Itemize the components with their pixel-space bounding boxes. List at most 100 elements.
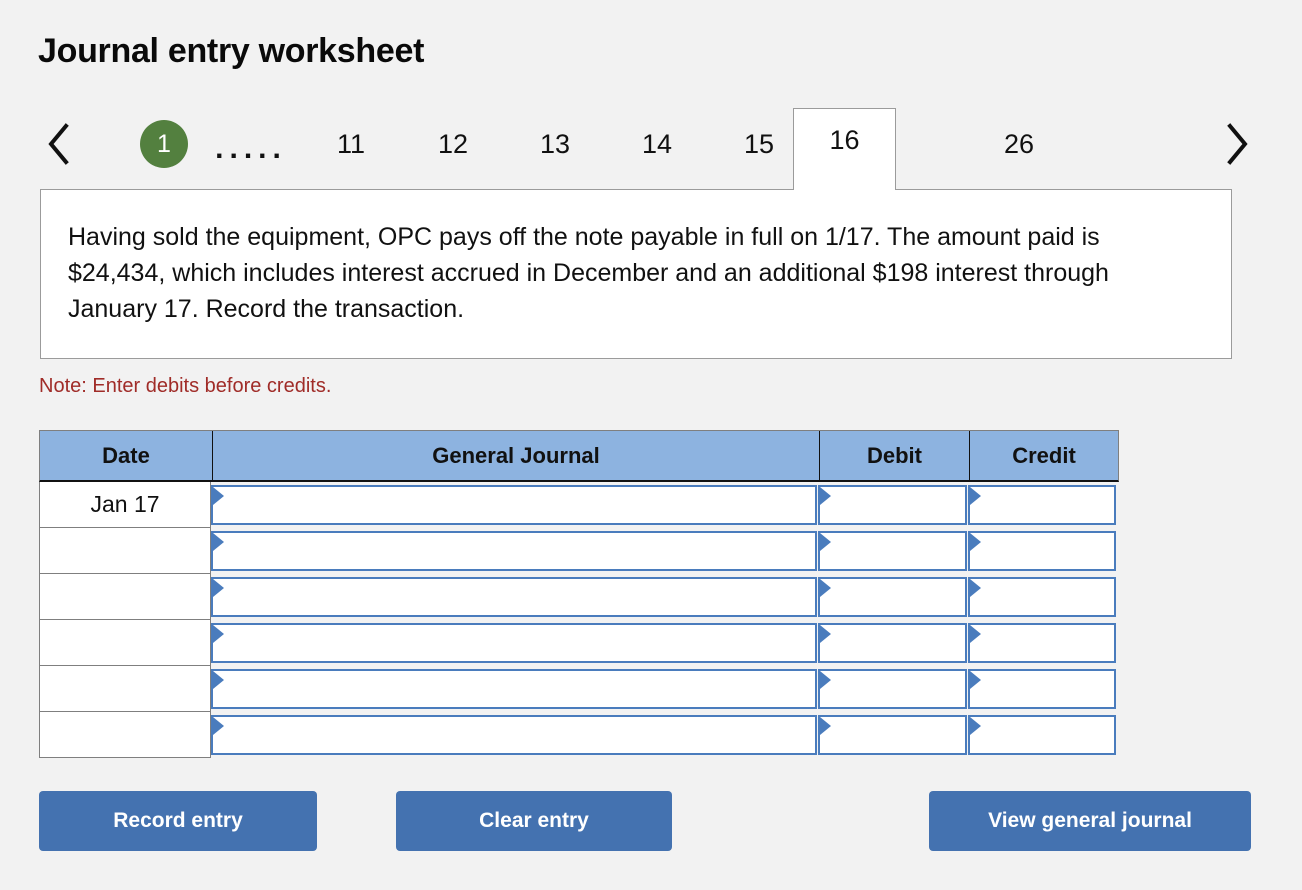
dropdown-triangle-icon [820, 579, 831, 597]
tab-11[interactable]: 11 [310, 108, 392, 180]
general-journal-input[interactable] [211, 715, 817, 755]
tab-14[interactable]: 14 [616, 108, 698, 180]
general-journal-input[interactable] [211, 531, 817, 571]
dropdown-triangle-icon [820, 671, 831, 689]
general-journal-input[interactable] [211, 623, 817, 663]
cell-general-journal[interactable] [211, 482, 818, 528]
cell-debit[interactable] [818, 574, 968, 620]
cell-debit[interactable] [818, 482, 968, 528]
tab-15[interactable]: 15 [718, 108, 800, 180]
cell-credit[interactable] [968, 666, 1117, 712]
cell-debit[interactable] [818, 620, 968, 666]
tab-ellipsis-label: ..... [215, 132, 287, 165]
tab-12-label: 12 [437, 128, 469, 159]
cell-credit[interactable] [968, 528, 1117, 574]
debit-input[interactable] [818, 531, 967, 571]
cell-general-journal[interactable] [211, 712, 818, 758]
credit-input[interactable] [968, 531, 1116, 571]
cell-debit[interactable] [818, 712, 968, 758]
cell-credit[interactable] [968, 620, 1117, 666]
credit-value [986, 533, 1108, 569]
table-row: Jan 17 [39, 482, 1119, 528]
record-entry-button[interactable]: Record entry [39, 791, 317, 851]
cell-date[interactable]: Jan 17 [39, 482, 211, 528]
cell-general-journal[interactable] [211, 620, 818, 666]
tab-12[interactable]: 12 [412, 108, 494, 180]
dropdown-triangle-icon [213, 487, 224, 505]
cell-date[interactable] [39, 528, 211, 574]
cell-date[interactable] [39, 620, 211, 666]
previous-page-button[interactable] [38, 108, 80, 180]
general-journal-input[interactable] [211, 577, 817, 617]
dropdown-triangle-icon [213, 671, 224, 689]
debit-input[interactable] [818, 577, 967, 617]
journal-entry-table: Date General Journal Debit Credit Jan 17 [39, 430, 1119, 758]
credit-input[interactable] [968, 485, 1116, 525]
dropdown-triangle-icon [213, 625, 224, 643]
chevron-right-icon [1224, 122, 1250, 166]
cell-general-journal[interactable] [211, 528, 818, 574]
dropdown-triangle-icon [970, 487, 981, 505]
dropdown-triangle-icon [820, 487, 831, 505]
dropdown-triangle-icon [970, 717, 981, 735]
table-row [39, 574, 1119, 620]
tab-26[interactable]: 26 [978, 108, 1060, 180]
cell-general-journal[interactable] [211, 666, 818, 712]
column-header-general-journal: General Journal [212, 431, 819, 480]
dropdown-triangle-icon [970, 671, 981, 689]
credit-value [986, 717, 1108, 753]
tab-13-label: 13 [539, 128, 571, 159]
credit-value [986, 487, 1108, 523]
dropdown-triangle-icon [820, 533, 831, 551]
credit-input[interactable] [968, 623, 1116, 663]
debit-input[interactable] [818, 715, 967, 755]
general-journal-value [229, 671, 809, 707]
dropdown-triangle-icon [970, 579, 981, 597]
transaction-description-panel: Having sold the equipment, OPC pays off … [40, 189, 1232, 359]
cell-general-journal[interactable] [211, 574, 818, 620]
table-row [39, 620, 1119, 666]
general-journal-input[interactable] [211, 669, 817, 709]
dropdown-triangle-icon [820, 625, 831, 643]
debit-value [836, 533, 959, 569]
general-journal-value [229, 717, 809, 753]
credit-input[interactable] [968, 669, 1116, 709]
credit-input[interactable] [968, 577, 1116, 617]
credit-input[interactable] [968, 715, 1116, 755]
next-page-button[interactable] [1216, 108, 1258, 180]
cell-date[interactable] [39, 574, 211, 620]
cell-credit[interactable] [968, 574, 1117, 620]
debit-input[interactable] [818, 669, 967, 709]
page-title: Journal entry worksheet [38, 32, 425, 70]
general-journal-value [229, 487, 809, 523]
chevron-left-icon [46, 122, 72, 166]
debit-value [836, 671, 959, 707]
debits-before-credits-note: Note: Enter debits before credits. [39, 375, 332, 397]
tab-15-label: 15 [743, 128, 775, 159]
debit-input[interactable] [818, 485, 967, 525]
cell-debit[interactable] [818, 666, 968, 712]
view-general-journal-button[interactable]: View general journal [929, 791, 1251, 851]
table-row [39, 666, 1119, 712]
debit-input[interactable] [818, 623, 967, 663]
tab-16[interactable]: 16 [793, 108, 896, 190]
tab-badge-1: 1 [140, 120, 188, 168]
dropdown-triangle-icon [970, 625, 981, 643]
cell-date[interactable] [39, 712, 211, 758]
cell-debit[interactable] [818, 528, 968, 574]
cell-credit[interactable] [968, 712, 1117, 758]
clear-entry-button[interactable]: Clear entry [396, 791, 672, 851]
cell-credit[interactable] [968, 482, 1117, 528]
credit-value [986, 671, 1108, 707]
tab-1[interactable]: 1 [137, 108, 191, 180]
cell-date[interactable] [39, 666, 211, 712]
worksheet-tab-strip: 1 ..... 11 12 13 14 15 16 26 [38, 108, 1264, 190]
table-row [39, 712, 1119, 758]
tab-13[interactable]: 13 [514, 108, 596, 180]
debit-value [836, 579, 959, 615]
column-header-debit: Debit [819, 431, 969, 480]
general-journal-input[interactable] [211, 485, 817, 525]
credit-value [986, 625, 1108, 661]
tab-26-label: 26 [1003, 128, 1035, 159]
general-journal-value [229, 579, 809, 615]
